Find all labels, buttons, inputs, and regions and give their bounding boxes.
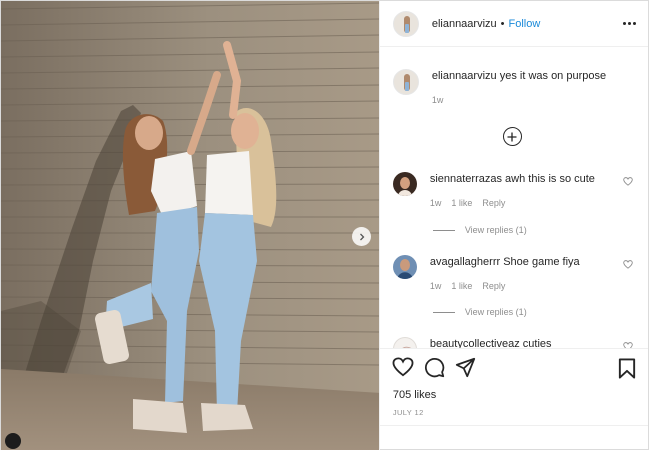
- follow-button[interactable]: Follow: [509, 18, 541, 30]
- view-replies-label: View replies (1): [464, 307, 527, 317]
- caption: eliannaarvizu yes it was on purpose 1w: [392, 69, 607, 105]
- caption-text: yes it was on purpose: [499, 70, 607, 82]
- comment-username[interactable]: beautycollectiveaz: [430, 338, 520, 348]
- plus-circle-icon: [507, 132, 517, 141]
- post-date[interactable]: JULY 12: [393, 408, 424, 417]
- post-image[interactable]: [1, 1, 379, 450]
- reply-button[interactable]: Reply: [482, 198, 505, 208]
- comment-time[interactable]: 1w: [430, 198, 442, 208]
- comment-time[interactable]: 1w: [430, 281, 442, 291]
- comment-icon[interactable]: [424, 357, 445, 378]
- comment-username[interactable]: avagallagherrr: [430, 256, 500, 268]
- view-replies-button[interactable]: View replies (1): [432, 307, 527, 317]
- comment-username[interactable]: siennaterrazas: [430, 173, 502, 185]
- share-icon[interactable]: [455, 357, 476, 378]
- photo: [1, 1, 379, 450]
- comment-item: beautycollectiveaz cuties: [392, 337, 637, 348]
- post-actions: 705 likes JULY 12: [379, 348, 648, 450]
- comment-item: siennaterrazas awh this is so cute 1w 1 …: [392, 172, 637, 208]
- avatar[interactable]: [392, 255, 417, 279]
- heart-icon[interactable]: [623, 177, 633, 186]
- comment-text: awh this is so cute: [505, 173, 595, 185]
- avatar[interactable]: [392, 337, 417, 348]
- post-modal: eliannaarvizu • Follow eliannaarvizu yes…: [0, 0, 649, 450]
- comment-likes[interactable]: 1 like: [451, 198, 472, 208]
- tag-indicator-icon[interactable]: [5, 433, 21, 449]
- avatar[interactable]: [392, 69, 419, 95]
- separator-dot: •: [500, 17, 505, 30]
- heart-icon[interactable]: [623, 260, 633, 269]
- chevron-right-icon: [359, 233, 364, 240]
- reply-button[interactable]: Reply: [482, 281, 505, 291]
- add-comment-area[interactable]: [379, 425, 648, 450]
- more-options-icon[interactable]: [623, 22, 636, 25]
- comment-text: cuties: [522, 338, 552, 348]
- comment-text: Shoe game fiya: [503, 256, 580, 268]
- post-header: eliannaarvizu • Follow: [379, 1, 648, 47]
- caption-time[interactable]: 1w: [432, 95, 444, 105]
- comments-section: eliannaarvizu yes it was on purpose 1w s…: [380, 47, 648, 348]
- view-replies-button[interactable]: View replies (1): [432, 225, 527, 235]
- header-username[interactable]: eliannaarvizu: [432, 18, 497, 30]
- avatar[interactable]: [392, 172, 417, 196]
- likes-count[interactable]: 705 likes: [393, 389, 436, 401]
- avatar[interactable]: [392, 10, 419, 37]
- comment-likes[interactable]: 1 like: [451, 281, 472, 291]
- post-sidebar: eliannaarvizu • Follow eliannaarvizu yes…: [378, 1, 648, 450]
- load-more-comments-button[interactable]: [502, 127, 522, 146]
- bookmark-icon[interactable]: [618, 358, 636, 379]
- next-image-button[interactable]: [352, 227, 371, 246]
- caption-username[interactable]: eliannaarvizu: [432, 70, 497, 82]
- comment-item: avagallagherrr Shoe game fiya 1w 1 like …: [392, 255, 637, 291]
- heart-icon[interactable]: [392, 357, 414, 377]
- view-replies-label: View replies (1): [464, 225, 527, 235]
